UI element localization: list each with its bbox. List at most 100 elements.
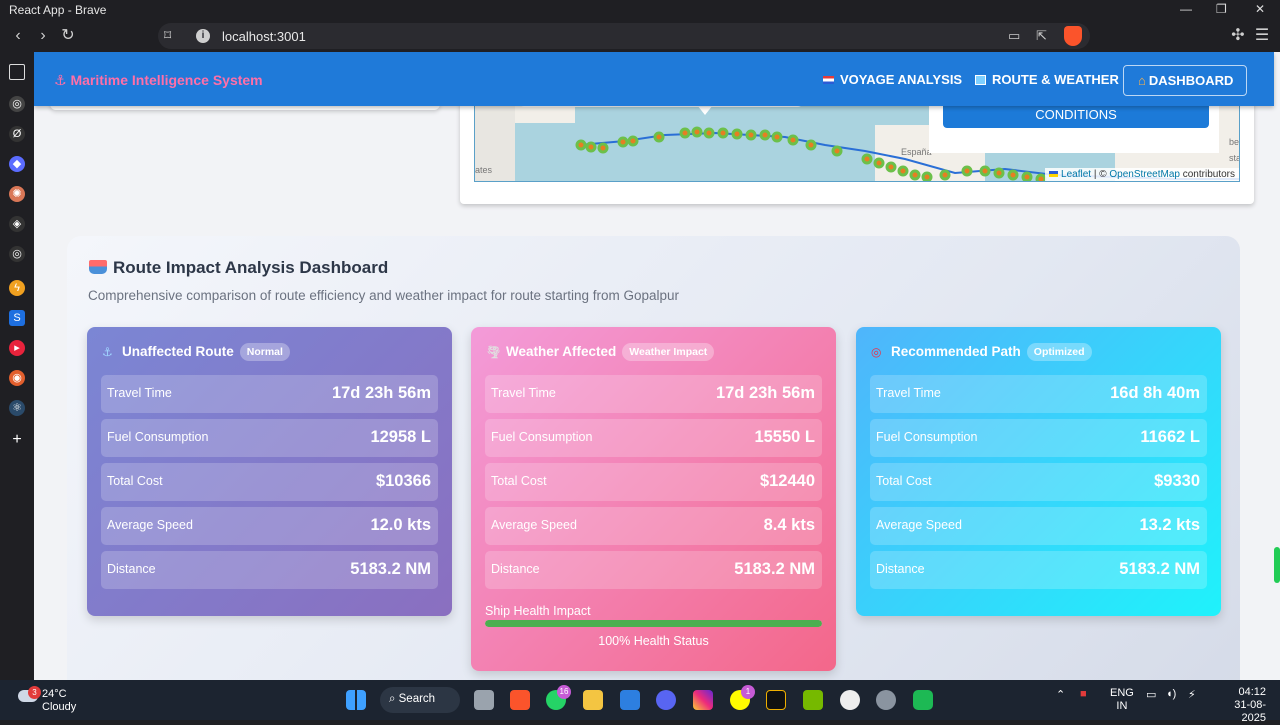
metric-cost: Total Cost $12440 bbox=[485, 463, 822, 501]
card-header: ◎ Recommended Path Optimized bbox=[871, 343, 1092, 363]
card-recommended-path: ◎ Recommended Path Optimized Travel Time 16… bbox=[856, 327, 1221, 616]
metric-value: 12958 L bbox=[370, 428, 431, 446]
windows-start-icon[interactable] bbox=[346, 690, 366, 710]
reload-icon[interactable]: ↻ bbox=[58, 26, 78, 46]
share-icon[interactable]: ⇱ bbox=[1036, 28, 1047, 44]
clock-date: 31-08-2025 bbox=[1234, 699, 1266, 724]
terminal-icon[interactable] bbox=[913, 690, 933, 710]
metric-travel-time: Travel Time 17d 23h 56m bbox=[101, 375, 438, 413]
page-content: ⚓ Maritime Intelligence System VOYAGE AN… bbox=[34, 52, 1280, 680]
metric-value: 11662 L bbox=[1140, 428, 1200, 446]
card-title: Recommended Path bbox=[891, 344, 1021, 359]
claude-icon[interactable]: ✺ bbox=[9, 186, 25, 202]
metric-label: Travel Time bbox=[491, 386, 556, 400]
taskbar: 3 24°C Cloudy ⌕ Search 16 1 ⌃ ■ ENG IN ▭… bbox=[0, 680, 1280, 724]
sidebar-toggle-icon[interactable] bbox=[9, 64, 25, 80]
card-header: 🌪 Weather Affected Weather Impact bbox=[486, 343, 715, 363]
close-icon[interactable]: ✕ bbox=[1255, 2, 1265, 16]
cast-icon[interactable]: ▭ bbox=[1008, 28, 1020, 44]
leo-icon[interactable]: ◆ bbox=[9, 156, 25, 172]
nav-voyage-analysis[interactable]: VOYAGE ANALYSIS bbox=[823, 72, 962, 87]
react-icon[interactable]: ⚛ bbox=[9, 400, 25, 416]
system-clock[interactable]: 04:12 31-08-2025 bbox=[1212, 686, 1266, 725]
volume-icon[interactable]: ◖) bbox=[1166, 688, 1176, 700]
card-header: ⚓ Unaffected Route Normal bbox=[102, 343, 290, 363]
nav-voyage-label: VOYAGE ANALYSIS bbox=[840, 72, 963, 87]
scroll-indicator[interactable] bbox=[1274, 547, 1280, 583]
s-app-icon[interactable]: S bbox=[9, 310, 25, 326]
status-badge: Weather Impact bbox=[622, 343, 715, 361]
nav-route-weather[interactable]: ROUTE & WEATHER bbox=[975, 72, 1119, 87]
menu-icon[interactable]: ☰ bbox=[1252, 26, 1272, 46]
app-header: ⚓ Maritime Intelligence System VOYAGE AN… bbox=[34, 52, 1274, 106]
back-icon[interactable]: ‹ bbox=[8, 26, 28, 46]
metric-label: Total Cost bbox=[107, 474, 163, 488]
search-icon: ⌕ bbox=[389, 693, 399, 705]
target-icon: ◎ bbox=[871, 345, 882, 359]
app-icon[interactable]: ◈ bbox=[9, 216, 25, 232]
osm-link[interactable]: OpenStreetMap bbox=[1109, 169, 1180, 180]
ukraine-flag-icon bbox=[1049, 171, 1059, 177]
nvidia-icon[interactable] bbox=[803, 690, 823, 710]
metric-value: 8.4 kts bbox=[763, 516, 815, 534]
metric-label: Average Speed bbox=[491, 518, 577, 532]
antivirus-icon[interactable]: ■ bbox=[1080, 688, 1087, 700]
metric-value: $10366 bbox=[375, 472, 431, 490]
nav-dashboard-button[interactable]: ⌂ DASHBOARD bbox=[1123, 65, 1247, 96]
site-info-icon[interactable]: i bbox=[196, 29, 210, 43]
minimize-icon[interactable]: — bbox=[1180, 2, 1192, 16]
dashboard-title: Route Impact Analysis Dashboard bbox=[113, 258, 389, 277]
nav-dashboard-label: DASHBOARD bbox=[1148, 73, 1234, 88]
metric-value: 5183.2 NM bbox=[1119, 560, 1200, 578]
brand[interactable]: ⚓ Maritime Intelligence System bbox=[54, 72, 263, 89]
status-badge: Normal bbox=[239, 343, 290, 361]
bookmark-icon[interactable]: ⌑ bbox=[164, 27, 171, 44]
nav-route-label: ROUTE & WEATHER bbox=[992, 72, 1119, 87]
language-indicator[interactable]: ENG IN bbox=[1110, 687, 1134, 713]
store-icon[interactable] bbox=[620, 690, 640, 710]
settings-icon[interactable] bbox=[876, 690, 896, 710]
perplexity-icon[interactable]: Ø bbox=[9, 126, 25, 142]
ship-health-bar bbox=[485, 620, 822, 627]
address-bar[interactable]: ⌑ i localhost:3001 ▭ ⇱ bbox=[158, 23, 1090, 49]
pin-icon[interactable]: ◉ bbox=[9, 370, 25, 386]
task-view-icon[interactable] bbox=[474, 690, 494, 710]
instagram-icon[interactable] bbox=[693, 690, 713, 710]
chatgpt-icon[interactable]: ◎ bbox=[9, 96, 25, 112]
metric-speed: Average Speed 8.4 kts bbox=[485, 507, 822, 545]
extensions-icon[interactable]: ✣ bbox=[1228, 26, 1248, 46]
brave-icon[interactable] bbox=[510, 690, 530, 710]
metric-label: Total Cost bbox=[491, 474, 547, 488]
taskbar-search[interactable]: ⌕ Search bbox=[380, 687, 460, 713]
metric-value: $9330 bbox=[1154, 472, 1200, 490]
temperature: 24°C bbox=[42, 688, 67, 700]
leaflet-link[interactable]: Leaflet bbox=[1061, 169, 1091, 180]
metric-cost: Total Cost $9330 bbox=[870, 463, 1207, 501]
brave-shields-icon[interactable] bbox=[1064, 26, 1082, 46]
metric-label: Distance bbox=[876, 562, 925, 576]
forward-icon[interactable]: › bbox=[33, 26, 53, 46]
url-text[interactable]: localhost:3001 bbox=[222, 29, 306, 44]
app-icon[interactable] bbox=[840, 690, 860, 710]
network-icon[interactable]: ▭ bbox=[1146, 688, 1156, 701]
add-icon[interactable]: + bbox=[9, 432, 25, 448]
chevron-up-icon[interactable]: ⌃ bbox=[1056, 688, 1065, 701]
bolt-icon[interactable]: ϟ bbox=[9, 280, 25, 296]
attribution-contributors: contributors bbox=[1182, 169, 1235, 180]
card-weather-affected: 🌪 Weather Affected Weather Impact Travel T… bbox=[471, 327, 836, 671]
youtube-music-icon[interactable]: ▸ bbox=[9, 340, 25, 356]
maximize-icon[interactable]: ❐ bbox=[1216, 2, 1227, 16]
metric-value: 16d 8h 40m bbox=[1110, 384, 1200, 402]
metric-distance: Distance 5183.2 NM bbox=[870, 551, 1207, 589]
discord-icon[interactable] bbox=[656, 690, 676, 710]
anchor-icon: ⚓ bbox=[102, 345, 113, 359]
dashboard-subtitle: Comprehensive comparison of route effici… bbox=[88, 288, 680, 303]
metric-value: 5183.2 NM bbox=[734, 560, 815, 578]
language-code: ENG bbox=[1110, 687, 1134, 699]
esports-icon[interactable] bbox=[766, 690, 786, 710]
openai-icon[interactable]: ◎ bbox=[9, 246, 25, 262]
battery-icon[interactable]: ⚡ bbox=[1188, 688, 1196, 701]
file-explorer-icon[interactable] bbox=[583, 690, 603, 710]
metric-distance: Distance 5183.2 NM bbox=[101, 551, 438, 589]
route-map-card: España ates beki star bbox=[460, 92, 1254, 204]
